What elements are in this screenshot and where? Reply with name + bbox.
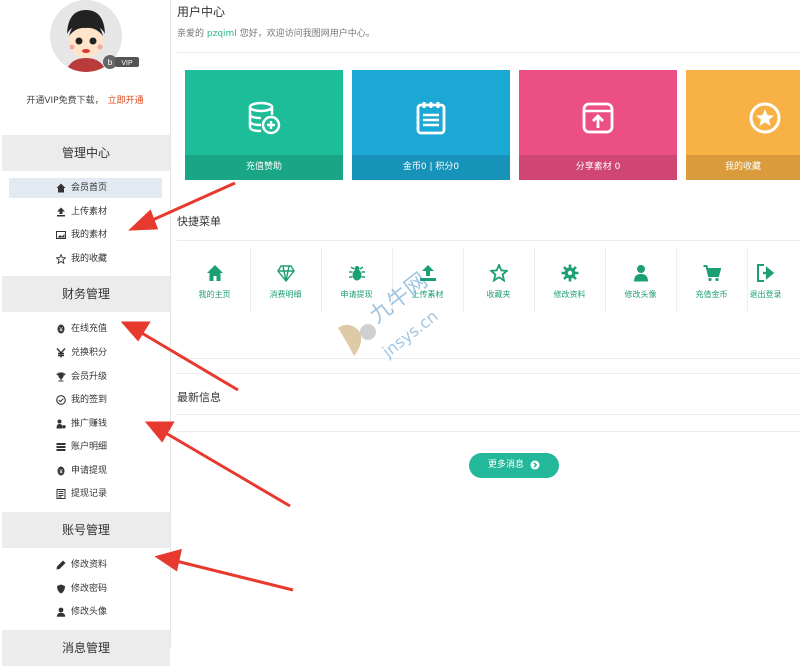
main-content: 用户中心 亲爱的 pzqiml 您好，欢迎访问我图网用户中心。 充值赞助 金币0… <box>171 0 800 648</box>
nav-edit-profile[interactable]: 修改资料 <box>9 555 162 575</box>
pencil-icon <box>56 560 66 570</box>
check-circle-icon <box>56 395 66 405</box>
quick-my-home[interactable]: 我的主页 <box>179 248 251 312</box>
quick-menu-title: 快捷菜单 <box>177 215 221 228</box>
quick-edit-avatar[interactable]: 修改头像 <box>605 248 677 312</box>
card-favorites-label: 我的收藏 <box>686 155 800 180</box>
coin-icon: ¥ <box>57 324 65 334</box>
card-share[interactable]: 分享素材 0 <box>519 70 677 180</box>
news-title: 最新信息 <box>177 391 221 404</box>
record-icon <box>56 489 66 499</box>
database-plus-icon <box>248 101 281 135</box>
upload-icon <box>57 207 65 217</box>
quick-spending[interactable]: 消费明细 <box>250 248 322 312</box>
home-icon <box>207 265 223 281</box>
sidebar: b VIP 开通VIP免费下载， 立即开通 管理中心 会员首页 上传素材 我的素材… <box>0 0 171 666</box>
page-title: 用户中心 <box>177 5 226 19</box>
withdraw-icon: ¥ <box>57 466 65 476</box>
nav-change-avatar[interactable]: 修改头像 <box>9 602 162 622</box>
card-favorites[interactable]: 我的收藏 <box>686 70 800 180</box>
home-icon <box>56 183 66 193</box>
username[interactable]: pzqiml <box>207 29 237 39</box>
divider <box>177 431 800 432</box>
card-share-label: 分享素材 0 <box>519 155 677 180</box>
more-news-button[interactable]: 更多消息 <box>469 453 559 478</box>
card-recharge-label: 充值赞助 <box>185 155 343 180</box>
star-circle-icon <box>749 102 781 134</box>
divider <box>177 240 800 241</box>
nav-upload[interactable]: 上传素材 <box>9 202 162 222</box>
nav-promotion[interactable]: 推广赚钱 <box>9 414 162 434</box>
chevron-right-circle-icon <box>530 460 540 469</box>
nav-apply-withdraw[interactable]: ¥ 申请提现 <box>9 461 162 481</box>
nav-my-material[interactable]: 我的素材 <box>9 225 162 245</box>
welcome-text: 亲爱的 pzqiml 您好，欢迎访问我图网用户中心。 <box>177 29 375 39</box>
section-finance[interactable]: 财务管理 <box>2 276 170 312</box>
shield-icon <box>57 584 65 594</box>
quick-edit-profile[interactable]: 修改资料 <box>534 248 606 312</box>
svg-text:b: b <box>108 58 113 67</box>
divider <box>177 373 800 374</box>
nav-exchange-points[interactable]: 兑换积分 <box>9 343 162 363</box>
image-icon <box>56 231 66 239</box>
signout-icon <box>757 264 775 282</box>
quick-recharge-coins[interactable]: 充值金币 <box>676 248 748 312</box>
divider <box>177 358 800 359</box>
section-account[interactable]: 账号管理 <box>2 512 170 548</box>
notepad-icon <box>416 102 446 135</box>
cart-icon <box>703 265 721 282</box>
star-icon <box>490 264 508 282</box>
user-icon <box>56 607 66 617</box>
share-upload-icon <box>582 102 614 134</box>
watermark: 九牛网 jnsys.cn <box>332 268 482 383</box>
person-icon <box>634 265 648 282</box>
quick-logout[interactable]: 退出登录 <box>747 248 800 312</box>
card-coins[interactable]: 金币0 | 积分0 <box>352 70 510 180</box>
nav-change-password[interactable]: 修改密码 <box>9 579 162 599</box>
section-manage-center[interactable]: 管理中心 <box>2 135 170 171</box>
nav-recharge[interactable]: ¥ 在线充值 <box>9 319 162 339</box>
divider <box>177 52 800 53</box>
diamond-icon <box>277 265 295 282</box>
divider <box>177 414 800 415</box>
vip-badge-text: VIP <box>121 60 133 67</box>
nav-my-favorites[interactable]: 我的收藏 <box>9 249 162 269</box>
nav-member-upgrade[interactable]: 会员升级 <box>9 367 162 387</box>
yen-icon <box>56 348 66 358</box>
card-coins-label: 金币0 | 积分0 <box>352 155 510 180</box>
nav-checkin[interactable]: 我的签到 <box>9 390 162 410</box>
trophy-icon <box>56 372 66 382</box>
nav-account-detail[interactable]: 账户明细 <box>9 437 162 457</box>
user-coin-icon <box>56 419 66 429</box>
gear-icon <box>561 264 579 282</box>
vip-promo: 开通VIP免费下载， 立即开通 <box>0 93 170 106</box>
card-recharge[interactable]: 充值赞助 <box>185 70 343 180</box>
section-message[interactable]: 消息管理 <box>2 630 170 666</box>
star-icon <box>56 254 66 264</box>
nav-withdraw-record[interactable]: 提现记录 <box>9 484 162 504</box>
list-icon <box>56 443 66 451</box>
nav-member-home[interactable]: 会员首页 <box>9 178 162 198</box>
vip-badge: b VIP <box>103 54 139 73</box>
vip-promo-text: 开通VIP免费下载， <box>26 96 104 106</box>
vip-open-link[interactable]: 立即开通 <box>108 96 144 106</box>
